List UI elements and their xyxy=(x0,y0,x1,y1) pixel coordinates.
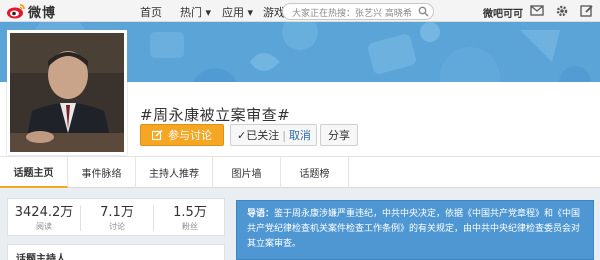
stat-discussions-label: 讨论 xyxy=(109,222,125,231)
compose-icon[interactable] xyxy=(580,4,594,18)
tab-event-timeline[interactable]: 事件脉络 xyxy=(68,157,136,188)
tab-host-picks[interactable]: 主持人推荐 xyxy=(136,157,213,188)
share-button[interactable]: 分享 xyxy=(320,124,358,146)
topic-lead-box: 导语：鉴于周永康涉嫌严重违纪，中共中央决定，依据《中国共产党章程》和《中国共产党… xyxy=(236,200,594,260)
search-placeholder: 大家正在热搜：张艺兴 高晓希 xyxy=(292,9,412,19)
followed-label: ✓已关注 xyxy=(237,129,280,142)
stat-fans: 1.5万 粉丝 xyxy=(154,201,226,232)
topic-stats: 3424.2万 阅读 7.1万 讨论 1.5万 粉丝 xyxy=(7,198,225,236)
lead-label: 导语： xyxy=(247,209,275,219)
stat-discussions: 7.1万 讨论 xyxy=(81,201,153,232)
join-discussion-label: 参与讨论 xyxy=(168,129,212,142)
topic-tabs: 话题主页 事件脉络 主持人推荐 图片墙 话题榜 xyxy=(0,156,600,188)
top-navigation-bar: 微博 首页 热门 ▾ 应用 ▾ 游戏 ▾ 大家正在热搜：张艺兴 高晓希 微吧可可 xyxy=(0,0,600,22)
unfollow-link[interactable]: 取消 xyxy=(289,127,311,143)
stat-fans-value: 1.5万 xyxy=(173,205,207,220)
weibo-eye-icon xyxy=(7,4,25,19)
stat-reads: 3424.2万 阅读 xyxy=(8,201,80,232)
stat-reads-label: 阅读 xyxy=(36,222,52,231)
nav-home[interactable]: 首页 xyxy=(140,4,162,20)
stat-fans-label: 粉丝 xyxy=(182,222,198,231)
separator: | xyxy=(282,128,286,142)
edit-icon xyxy=(152,129,163,140)
tab-topic-home[interactable]: 话题主页 xyxy=(0,157,68,188)
follow-status-button[interactable]: ✓已关注 | 取消 xyxy=(230,124,317,146)
tab-photo-wall[interactable]: 图片墙 xyxy=(213,157,281,188)
lead-text: 鉴于周永康涉嫌严重违纪，中共中央决定，依据《中国共产党章程》和《中国共产党纪律检… xyxy=(247,209,581,249)
topic-avatar xyxy=(7,30,127,155)
weibo-logo[interactable]: 微博 xyxy=(6,2,57,21)
avatar-photo xyxy=(10,33,124,152)
join-discussion-button[interactable]: 参与讨论 xyxy=(140,124,224,146)
search-input[interactable]: 大家正在热搜：张艺兴 高晓希 xyxy=(282,3,434,20)
tab-topic-ranking[interactable]: 话题榜 xyxy=(281,157,349,188)
logo-text: 微博 xyxy=(28,5,57,21)
topic-title: #周永康被立案审查# xyxy=(140,106,291,124)
search-icon[interactable] xyxy=(418,6,429,17)
user-name-link[interactable]: 微吧可可 xyxy=(483,5,523,20)
nav-hot[interactable]: 热门 ▾ xyxy=(180,4,211,20)
stat-reads-value: 3424.2万 xyxy=(14,205,74,220)
nav-apps[interactable]: 应用 ▾ xyxy=(222,4,253,20)
topic-host-panel: 话题主持人 xyxy=(7,244,225,260)
mail-icon[interactable] xyxy=(530,4,544,17)
stat-discussions-value: 7.1万 xyxy=(100,205,134,220)
topic-host-heading: 话题主持人 xyxy=(16,254,66,260)
settings-icon[interactable] xyxy=(555,4,569,18)
